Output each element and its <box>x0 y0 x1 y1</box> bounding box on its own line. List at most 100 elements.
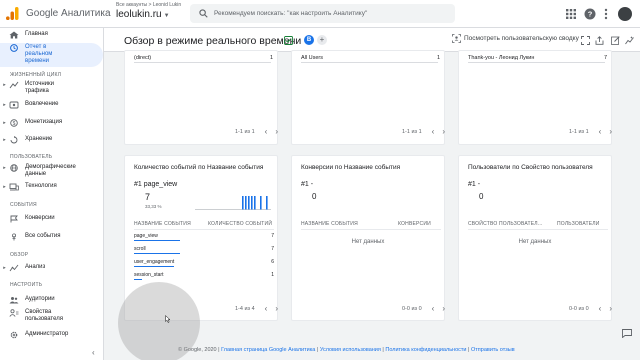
analytics-logo-icon[interactable] <box>6 7 19 20</box>
pager: 0-0 из 0 ‹ › <box>569 304 616 313</box>
pager-range: 1-4 из 4 <box>235 305 255 312</box>
user-journey-button[interactable]: Посмотреть пользовательскую сводку <box>452 34 579 43</box>
sidebar-item-demographics[interactable]: ▸ Демографические данные <box>0 164 103 180</box>
sidebar-item-label: Свойства пользователя <box>25 309 63 322</box>
realtime-clock-icon <box>10 44 18 52</box>
sidebar-item-audiences[interactable]: Аудитории <box>0 296 103 305</box>
sidebar-item-technology[interactable]: ▸ Технология <box>0 183 103 192</box>
sidebar-section-explore: ОБЗОР <box>10 252 29 258</box>
sidebar-item-analysis[interactable]: ▸ Анализ <box>0 264 103 273</box>
next-page-button[interactable]: › <box>442 127 445 136</box>
collapse-sidebar-icon[interactable]: ‹ <box>92 348 95 357</box>
card-title: Количество событий по Название события <box>134 164 264 171</box>
sidebar-item-realtime[interactable]: Отчет в реальном времени <box>0 43 103 67</box>
expand-arrow-icon: ▸ <box>3 184 6 190</box>
card-title: Пользователи по Свойство пользователя <box>468 164 593 171</box>
sidebar-item-retention[interactable]: ▸ Хранение <box>0 136 103 145</box>
share-icon[interactable] <box>595 36 604 45</box>
insights-icon[interactable] <box>625 36 634 45</box>
add-comparison-button[interactable]: + <box>317 35 327 45</box>
verified-check-icon[interactable] <box>284 36 293 45</box>
sidebar-item-label: Вовлечение <box>25 101 59 107</box>
sidebar-item-admin[interactable]: Администратор <box>0 331 103 340</box>
event-name: user_engagement <box>134 259 175 265</box>
column-header-property[interactable]: СВОЙСТВО ПОЛЬЗОВАТЕЛ... <box>468 221 543 227</box>
footer-link-privacy[interactable]: Политика конфиденциальности <box>385 347 466 353</box>
expand-arrow-icon: ▸ <box>3 82 6 88</box>
next-page-button[interactable]: › <box>275 304 278 313</box>
account-picker[interactable]: Все аккаунты > Leonid Lukin leolukin.ru ▼ <box>116 2 181 20</box>
top-bar: Google Аналитика Все аккаунты > Leonid L… <box>0 0 640 28</box>
fullscreen-icon[interactable] <box>581 36 590 45</box>
column-header-conversions[interactable]: КОНВЕРСИИ <box>398 221 431 227</box>
apps-grid-icon[interactable] <box>565 8 577 20</box>
sidebar-section-user: ПОЛЬЗОВАТЕЛЬ <box>10 154 53 160</box>
sidebar-item-engagement[interactable]: ▸ Вовлечение <box>0 101 103 110</box>
monetization-icon: $ <box>10 119 18 127</box>
expand-arrow-icon: ▸ <box>3 120 6 126</box>
sidebar-item-all-events[interactable]: Все события <box>0 233 103 242</box>
column-header-users[interactable]: ПОЛЬЗОВАТЕЛИ <box>557 221 600 227</box>
card-conversions: Конверсии по Название события #1 - 0 НАЗ… <box>291 155 445 321</box>
help-icon[interactable]: ? <box>584 8 596 20</box>
sidebar-section-events: СОБЫТИЯ <box>10 202 37 208</box>
prev-page-button[interactable]: ‹ <box>265 127 268 136</box>
pager-range: 1-1 из 1 <box>235 128 255 135</box>
table-row-label: Thank-you - Леонид Лукин <box>468 55 535 61</box>
next-page-button[interactable]: › <box>609 304 612 313</box>
expand-arrow-icon: ▸ <box>3 165 6 171</box>
edit-icon[interactable] <box>611 36 620 45</box>
svg-text:$: $ <box>13 121 16 127</box>
table-row[interactable]: scroll 7 <box>134 246 274 255</box>
card-title: Конверсии по Название события <box>301 164 401 171</box>
sidebar-item-acquisition[interactable]: ▸ Источники трафика <box>0 81 103 97</box>
prev-page-button[interactable]: ‹ <box>432 127 435 136</box>
sidebar: Главная Отчет в реальном времени ЖИЗНЕНН… <box>0 28 104 360</box>
prev-page-button[interactable]: ‹ <box>265 304 268 313</box>
sidebar-section-configure: НАСТРОИТЬ <box>10 282 43 288</box>
search-input[interactable]: Рекомендуем поискать: "как настроить Ана… <box>190 4 455 23</box>
table-row[interactable]: session_start 1 <box>134 272 274 281</box>
page-header: Обзор в режиме реального времени B + Пос… <box>104 28 640 52</box>
sidebar-item-label: Хранение <box>25 136 53 142</box>
event-name: page_view <box>134 233 158 239</box>
footer-link-terms[interactable]: Условия использования <box>320 347 381 353</box>
analysis-icon <box>9 264 19 272</box>
top-item-label: #1 page_view <box>134 181 178 188</box>
sidebar-item-home[interactable]: Главная <box>0 31 103 41</box>
sidebar-item-label: Технология <box>25 183 57 189</box>
next-page-button[interactable]: › <box>442 304 445 313</box>
comparison-chip[interactable]: B <box>304 35 314 45</box>
table-row[interactable]: page_view 7 <box>134 233 274 242</box>
audiences-icon <box>9 297 19 304</box>
feedback-chat-icon[interactable] <box>622 329 632 338</box>
top-item-percent: 33,33 % <box>145 204 162 209</box>
row-bar <box>134 253 180 255</box>
footer-link-feedback[interactable]: Отправить отзыв <box>471 347 515 353</box>
card-user-properties: Пользователи по Свойство пользователя #1… <box>458 155 612 321</box>
table-row[interactable]: user_engagement 6 <box>134 259 274 268</box>
column-header-count[interactable]: КОЛИЧЕСТВО СОБЫТИЙ <box>208 221 272 227</box>
mouse-cursor-icon <box>165 315 171 323</box>
user-journey-label: Посмотреть пользовательскую сводку <box>464 35 579 42</box>
column-header-name[interactable]: НАЗВАНИЕ СОБЫТИЯ <box>134 221 191 227</box>
prev-page-button[interactable]: ‹ <box>599 304 602 313</box>
event-name: session_start <box>134 272 164 278</box>
prev-page-button[interactable]: ‹ <box>599 127 602 136</box>
table-row-value: 7 <box>604 55 608 61</box>
prev-page-button[interactable]: ‹ <box>432 304 435 313</box>
globe-icon <box>10 164 18 172</box>
sidebar-item-label: Конверсии <box>25 215 55 221</box>
sidebar-item-conversions[interactable]: Конверсии <box>0 215 103 224</box>
next-page-button[interactable]: › <box>609 127 612 136</box>
sidebar-item-label: Анализ <box>25 264 46 270</box>
more-vert-icon[interactable] <box>600 8 612 20</box>
expand-arrow-icon: ▸ <box>3 102 6 108</box>
sidebar-item-user-properties[interactable]: Свойства пользователя <box>0 309 103 325</box>
column-header-name[interactable]: НАЗВАНИЕ СОБЫТИЯ <box>301 221 358 227</box>
table-row-label: All Users <box>301 55 324 61</box>
next-page-button[interactable]: › <box>275 127 278 136</box>
sidebar-item-monetization[interactable]: ▸ $ Монетизация <box>0 119 103 128</box>
avatar[interactable] <box>618 7 632 21</box>
footer-link-home[interactable]: Главная страница Google Аналитика <box>221 347 315 353</box>
